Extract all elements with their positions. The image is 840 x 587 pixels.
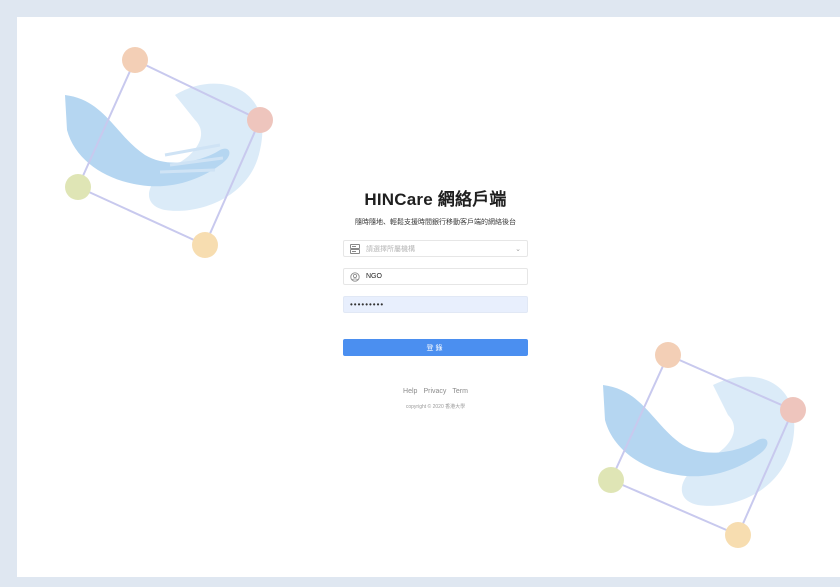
copyright-text: copyright © 2020 香港大學	[405, 404, 466, 410]
login-panel: HINCare 網絡戶端 隨時隨地、輕鬆支援時間銀行移動客戶端的網絡後台 請選擇…	[343, 190, 528, 410]
organization-placeholder: 請選擇所屬機構	[366, 245, 415, 253]
page-subtitle: 隨時隨地、輕鬆支援時間銀行移動客戶端的網絡後台	[355, 219, 516, 226]
password-field[interactable]: •••••••••	[343, 296, 528, 313]
privacy-link[interactable]: Privacy	[423, 388, 446, 395]
help-link[interactable]: Help	[403, 388, 417, 395]
user-icon	[350, 271, 360, 282]
term-link[interactable]: Term	[452, 388, 468, 395]
username-value: NGO	[366, 273, 382, 280]
page-title: HINCare 網絡戶端	[364, 190, 507, 209]
hands-illustration-bottom	[598, 342, 806, 548]
username-field[interactable]: NGO	[343, 268, 528, 285]
footer-links: Help Privacy Term	[343, 388, 528, 395]
organization-select[interactable]: 請選擇所屬機構 ⌄	[343, 240, 528, 257]
chevron-down-icon[interactable]: ⌄	[515, 245, 521, 253]
server-icon	[350, 243, 360, 254]
password-value: •••••••••	[350, 300, 385, 309]
hands-illustration-top	[65, 47, 273, 258]
login-button[interactable]: 登錄	[343, 339, 528, 356]
